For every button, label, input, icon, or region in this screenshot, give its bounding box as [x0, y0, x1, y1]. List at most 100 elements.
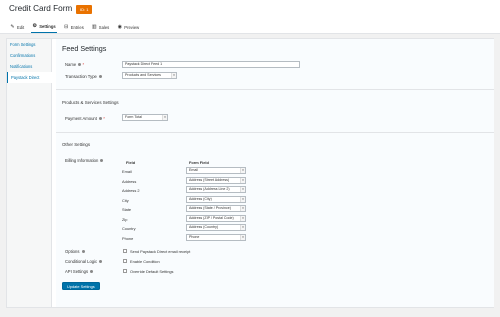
map-select-zip-value: Address (ZIP / Postal Code) — [189, 216, 234, 220]
help-icon[interactable] — [99, 260, 103, 264]
toolbar-entries[interactable]: ⊟ Entries — [63, 21, 85, 33]
chevron-down-icon: ▾ — [240, 206, 245, 211]
field-column-header: Field — [126, 160, 136, 165]
map-select-state-value: Address (State / Province) — [189, 206, 231, 210]
chevron-down-icon: ▾ — [240, 168, 245, 173]
payment-amount-label-text: Payment Amount — [65, 116, 97, 121]
toolbar-sales-label: Sales — [98, 24, 110, 30]
payment-amount-value: Form Total — [125, 115, 142, 119]
map-select-address-2[interactable]: Address (Address Line 2) ▾ — [186, 186, 246, 193]
sidebar-item-notifications[interactable]: Notifications — [7, 61, 51, 72]
chevron-down-icon: ▾ — [162, 115, 167, 120]
feed-settings-content: Feed Settings Name * Paystack Direct Fee… — [56, 39, 494, 307]
help-icon[interactable] — [78, 63, 82, 67]
billing-info-label-text: Billing Information — [65, 158, 99, 163]
entries-icon: ⊟ — [64, 23, 69, 30]
conditional-logic-label: Conditional Logic — [65, 259, 103, 264]
email-receipt-checkbox[interactable] — [123, 249, 127, 253]
map-select-country[interactable]: Address (Country) ▾ — [186, 224, 246, 231]
divider — [56, 89, 494, 90]
payment-amount-label: Payment Amount * — [65, 116, 105, 121]
api-settings-label: API Settings — [65, 269, 94, 274]
api-settings-label-text: API Settings — [65, 269, 89, 274]
settings-panel: Form Settings Confirmations Notification… — [6, 38, 494, 308]
toolbar-entries-label: Entries — [70, 24, 84, 30]
divider — [56, 132, 494, 133]
billing-info-label: Billing Information — [65, 158, 104, 163]
enable-condition-label: Enable Condition — [130, 259, 160, 264]
map-select-email-value: Email — [189, 168, 198, 172]
toolbar-settings[interactable]: ⚙ Settings — [31, 21, 57, 33]
toolbar-preview[interactable]: ◉ Preview — [116, 21, 140, 33]
settings-sidebar: Form Settings Confirmations Notification… — [7, 39, 52, 307]
email-receipt-label: Send Paystack Direct email receipt — [130, 249, 191, 254]
chart-icon: ▥ — [91, 23, 97, 30]
eye-icon: ◉ — [117, 23, 122, 30]
help-icon[interactable] — [99, 75, 103, 79]
map-select-country-value: Address (Country) — [189, 225, 219, 229]
map-select-state[interactable]: Address (State / Province) ▾ — [186, 205, 246, 212]
toolbar-edit-label: Edit — [17, 24, 25, 30]
help-icon[interactable] — [81, 250, 85, 254]
map-select-phone[interactable]: Phone ▾ — [186, 234, 246, 241]
help-icon[interactable] — [99, 117, 103, 121]
toolbar-sales[interactable]: ▥ Sales — [91, 21, 110, 33]
transaction-type-value: Products and Services — [125, 73, 161, 77]
page-title: Feed Settings — [62, 44, 107, 53]
override-settings-checkbox[interactable] — [123, 269, 127, 273]
transaction-type-label: Transaction Type — [65, 74, 103, 79]
other-section-title: Other Settings — [62, 142, 91, 147]
map-select-phone-value: Phone — [189, 235, 200, 239]
help-icon[interactable] — [90, 270, 94, 274]
transaction-type-label-text: Transaction Type — [65, 74, 97, 79]
payment-amount-select[interactable]: Form Total ▾ — [122, 114, 168, 121]
map-select-address-2-value: Address (Address Line 2) — [189, 187, 230, 191]
form-field-column-header: Form Field — [189, 160, 209, 165]
chevron-down-icon: ▾ — [240, 225, 245, 230]
help-icon[interactable] — [100, 159, 104, 163]
form-id-badge: ID: 1 — [76, 5, 93, 14]
name-label-text: Name — [65, 62, 77, 67]
products-section-title: Products & Services Settings — [62, 100, 119, 105]
gear-icon: ⚙ — [32, 23, 37, 29]
map-select-zip[interactable]: Address (ZIP / Postal Code) ▾ — [186, 215, 246, 222]
toolbar-preview-label: Preview — [124, 24, 140, 30]
required-marker: * — [103, 116, 105, 121]
map-select-address[interactable]: Address (Street Address) ▾ — [186, 177, 246, 184]
required-marker: * — [82, 62, 85, 67]
override-settings-label: Override Default Settings — [130, 269, 174, 274]
options-label-text: Options — [65, 249, 80, 254]
map-field-city: City — [122, 198, 129, 203]
sidebar-item-form-settings[interactable]: Form Settings — [7, 39, 51, 50]
form-title: Credit Card Form — [9, 4, 73, 13]
chevron-down-icon: ▾ — [240, 235, 245, 240]
sidebar-item-paystack-direct[interactable]: Paystack Direct — [7, 72, 52, 83]
sidebar-item-confirmations[interactable]: Confirmations — [7, 50, 51, 61]
map-field-state: State — [122, 207, 132, 212]
map-field-zip: Zip — [122, 217, 128, 222]
transaction-type-select[interactable]: Products and Services ▾ — [122, 72, 177, 79]
feed-name-input[interactable]: Paystack Direct Feed 1 — [122, 61, 300, 68]
name-label: Name * — [65, 62, 84, 67]
chevron-down-icon: ▾ — [240, 216, 245, 221]
update-settings-button[interactable]: Update Settings — [62, 282, 100, 290]
page-header: Credit Card Form ID: 1 ✎ Edit ⚙ Settings… — [0, 0, 500, 34]
chevron-down-icon: ▾ — [240, 197, 245, 202]
chevron-down-icon: ▾ — [171, 73, 176, 78]
edit-icon: ✎ — [10, 23, 15, 30]
conditional-logic-label-text: Conditional Logic — [65, 259, 98, 264]
map-select-address-value: Address (Street Address) — [189, 178, 230, 182]
map-field-phone: Phone — [122, 236, 134, 241]
options-label: Options — [65, 249, 85, 254]
toolbar-edit[interactable]: ✎ Edit — [9, 21, 25, 33]
toolbar-settings-label: Settings — [39, 24, 56, 29]
form-toolbar: ✎ Edit ⚙ Settings ⊟ Entries ▥ Sales ◉ Pr… — [9, 21, 146, 33]
enable-condition-checkbox[interactable] — [123, 259, 127, 263]
map-field-address: Address — [122, 179, 137, 184]
map-select-city[interactable]: Address (City) ▾ — [186, 196, 246, 203]
chevron-down-icon: ▾ — [240, 187, 245, 192]
map-select-email[interactable]: Email ▾ — [186, 167, 246, 174]
map-field-address-2: Address 2 — [122, 188, 140, 193]
map-field-email: Email — [122, 169, 132, 174]
map-field-country: Country — [122, 226, 136, 231]
